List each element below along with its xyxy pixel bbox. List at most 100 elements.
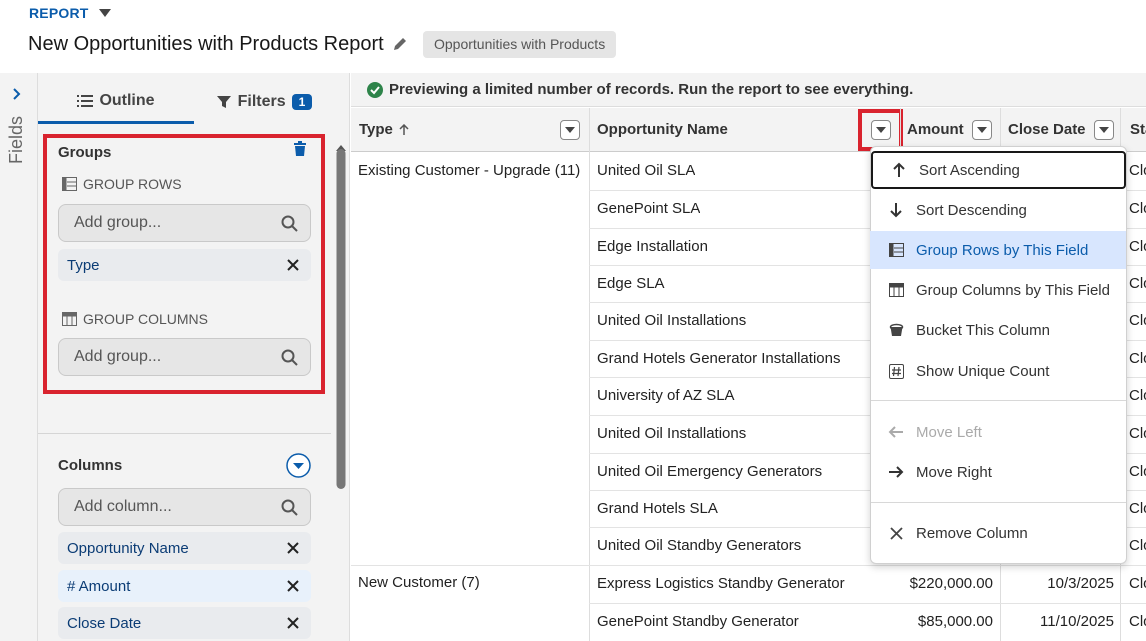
header-opportunity-name[interactable]: Opportunity Name (597, 121, 728, 138)
stage-cell: Clo (1129, 238, 1146, 255)
menu-item-label: Bucket This Column (916, 321, 1050, 339)
hash-icon (888, 363, 904, 379)
menu-item-label: Sort Descending (916, 201, 1027, 219)
amount-cell: $85,000.00 (917, 613, 993, 630)
column-item-opportunity-name[interactable]: Opportunity Name (58, 532, 311, 564)
row-divider (589, 603, 1146, 604)
report-title: New Opportunities with Products Report (28, 33, 384, 55)
opportunity-name-cell[interactable]: Grand Hotels Generator Installations (597, 350, 840, 367)
stage-cell: Clo (1129, 387, 1146, 404)
group-label: Existing Customer - Upgrade (11) (358, 162, 581, 179)
add-column-input[interactable]: Add column... (58, 488, 311, 526)
opportunity-name-cell[interactable]: Edge SLA (597, 275, 665, 292)
list-icon (77, 94, 94, 107)
close-date-column-menu-button[interactable] (1094, 120, 1114, 140)
menu-item-move-left: Move Left (870, 413, 1126, 451)
opportunity-name-cell[interactable]: United Oil Installations (597, 425, 746, 442)
chevron-down-icon (1099, 127, 1109, 133)
preview-message: Previewing a limited number of records. … (389, 81, 914, 98)
menu-item-sort-ascending[interactable]: Sort Ascending (871, 151, 1126, 189)
menu-separator (871, 400, 1126, 401)
opportunity-name-cell[interactable]: GenePoint Standby Generator (597, 613, 799, 630)
menu-item-label: Group Columns by This Field (916, 281, 1110, 299)
stage-cell: Clo (1129, 350, 1146, 367)
check-circle-icon (367, 81, 383, 98)
close-icon[interactable] (287, 580, 299, 592)
header-close-date[interactable]: Close Date (1008, 121, 1086, 138)
panel-scrollbar[interactable] (335, 145, 347, 641)
type-column-menu-button[interactable] (560, 120, 580, 140)
report-type-dropdown[interactable]: REPORT (29, 5, 111, 21)
opportunity-name-cell[interactable]: GenePoint SLA (597, 200, 700, 217)
tab-filters-label: Filters (237, 93, 286, 110)
menu-item-label: Remove Column (916, 524, 1028, 542)
stage-cell: Clo (1129, 500, 1146, 517)
columns-menu-icon[interactable] (286, 453, 311, 478)
opportunity-name-cell[interactable]: University of AZ SLA (597, 387, 735, 404)
report-type-tag: Opportunities with Products (423, 31, 617, 58)
filter-icon (216, 96, 231, 108)
sort-up-icon (399, 123, 409, 135)
opportunity-name-cell[interactable]: Express Logistics Standby Generator (597, 575, 845, 592)
report-label: REPORT (29, 5, 89, 21)
columns-title: Columns (58, 457, 123, 474)
menu-item-show-unique-count[interactable]: Show Unique Count (870, 352, 1126, 390)
fields-rail-label: Fields (6, 115, 26, 164)
group-divider (351, 565, 1146, 566)
amount-column-menu-button[interactable] (972, 120, 992, 140)
menu-item-move-right[interactable]: Move Right (870, 453, 1126, 491)
menu-item-label: Sort Ascending (919, 161, 1020, 179)
close-date-cell: 11/10/2025 (1040, 613, 1114, 630)
stage-cell: Clo (1129, 312, 1146, 329)
bucket-icon (888, 322, 904, 338)
menu-separator (871, 502, 1126, 503)
group-label: New Customer (7) (358, 574, 480, 591)
close-icon[interactable] (287, 617, 299, 629)
menu-item-group-columns-by-this-field[interactable]: Group Columns by This Field (870, 271, 1126, 309)
menu-item-group-rows-by-this-field[interactable]: Group Rows by This Field (870, 231, 1126, 269)
filters-count-badge: 1 (291, 94, 313, 110)
stage-cell: Clo (1129, 275, 1146, 292)
arrow-down-icon (888, 202, 904, 218)
arrow-left-icon (888, 424, 904, 440)
opportunity-name-cell[interactable]: United Oil Emergency Generators (597, 463, 822, 480)
column-item-close-date[interactable]: Close Date (58, 607, 311, 639)
opportunity-name-cell[interactable]: Edge Installation (597, 238, 708, 255)
close-icon (888, 525, 904, 541)
opportunity-name-cell[interactable]: United Oil Installations (597, 312, 746, 329)
close-icon[interactable] (287, 542, 299, 554)
header-type[interactable]: Type (359, 121, 409, 138)
preview-banner: Previewing a limited number of records. … (351, 73, 1146, 107)
column-divider (589, 108, 590, 641)
chevron-right-icon[interactable] (10, 87, 24, 101)
chevron-down-icon (977, 127, 987, 133)
menu-item-remove-column[interactable]: Remove Column (870, 514, 1126, 552)
menu-item-sort-descending[interactable]: Sort Descending (870, 191, 1126, 229)
stage-cell: Clo (1129, 463, 1146, 480)
stage-cell: Clo (1129, 162, 1146, 179)
column-menu-highlight-box (858, 109, 903, 151)
header-amount[interactable]: Amount (907, 121, 964, 138)
menu-item-bucket-this-column[interactable]: Bucket This Column (870, 311, 1126, 349)
menu-item-label: Show Unique Count (916, 362, 1050, 380)
group-rows-icon (888, 242, 904, 258)
menu-item-label: Move Left (916, 423, 982, 441)
section-divider (38, 433, 331, 434)
pencil-icon[interactable] (392, 36, 408, 52)
header-stage[interactable]: Sta (1130, 121, 1146, 138)
caret-down-icon (98, 9, 111, 17)
chevron-down-icon (565, 127, 575, 133)
menu-item-label: Group Rows by This Field (916, 241, 1089, 259)
opportunity-name-cell[interactable]: United Oil Standby Generators (597, 537, 801, 554)
arrow-right-icon (888, 464, 904, 480)
group-columns-icon (888, 282, 904, 298)
column-item-amount[interactable]: # Amount (58, 570, 311, 602)
groups-highlight-box (43, 134, 325, 394)
stage-cell: Clo (1129, 537, 1146, 554)
tab-outline[interactable]: Outline (38, 80, 194, 124)
tab-filters[interactable]: Filters 1 (194, 80, 334, 124)
opportunity-name-cell[interactable]: Grand Hotels SLA (597, 500, 718, 517)
search-icon (281, 499, 298, 516)
opportunity-name-cell[interactable]: United Oil SLA (597, 162, 695, 179)
stage-cell: Clo (1129, 425, 1146, 442)
